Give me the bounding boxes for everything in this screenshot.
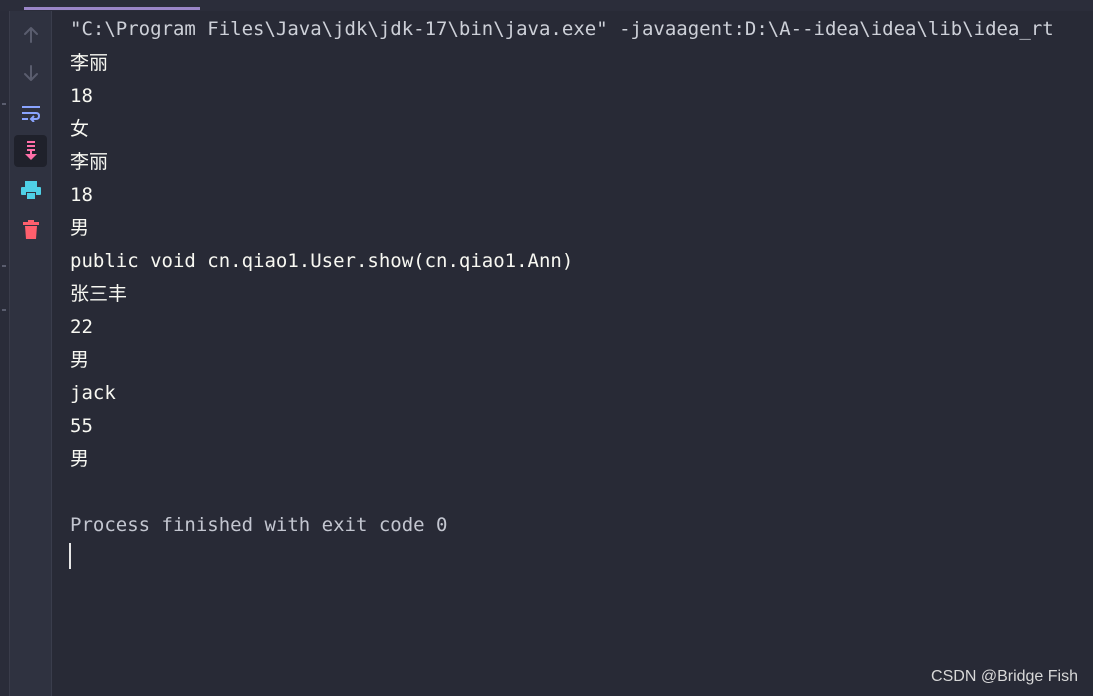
scroll-to-end-icon[interactable]: [14, 135, 47, 167]
command-line: "C:\Program Files\Java\jdk\jdk-17\bin\ja…: [70, 18, 1054, 40]
trash-icon[interactable]: [14, 214, 47, 246]
output-line: 男: [70, 349, 90, 371]
output-line: public void cn.qiao1.User.show(cn.qiao1.…: [70, 250, 574, 272]
active-tab-indicator: [24, 7, 200, 10]
console-toolbar: [10, 11, 52, 696]
output-line: 22: [70, 316, 93, 338]
output-line: 18: [70, 85, 93, 107]
edge-marker: [2, 309, 6, 311]
edge-marker: [2, 265, 6, 267]
edge-marker: [2, 103, 6, 105]
process-finished-message: Process finished with exit code 0: [70, 514, 448, 536]
soft-wrap-icon[interactable]: [14, 97, 47, 129]
output-line: 男: [70, 217, 90, 239]
arrow-up-icon[interactable]: [14, 19, 47, 51]
text-caret: [69, 543, 71, 569]
left-edge-strip: [0, 11, 10, 696]
output-line: 55: [70, 415, 93, 437]
output-line: 18: [70, 184, 93, 206]
top-strip: [0, 0, 1093, 11]
output-line: jack: [70, 382, 116, 404]
output-line: 张三丰: [70, 283, 128, 305]
output-line: 李丽: [70, 52, 109, 74]
arrow-down-icon[interactable]: [14, 57, 47, 89]
output-line: 李丽: [70, 151, 109, 173]
print-icon[interactable]: [14, 174, 47, 206]
output-line: 男: [70, 448, 90, 470]
output-line: 女: [70, 118, 90, 140]
console-output[interactable]: "C:\Program Files\Java\jdk\jdk-17\bin\ja…: [52, 11, 1093, 696]
watermark: CSDN @Bridge Fish: [931, 668, 1078, 685]
